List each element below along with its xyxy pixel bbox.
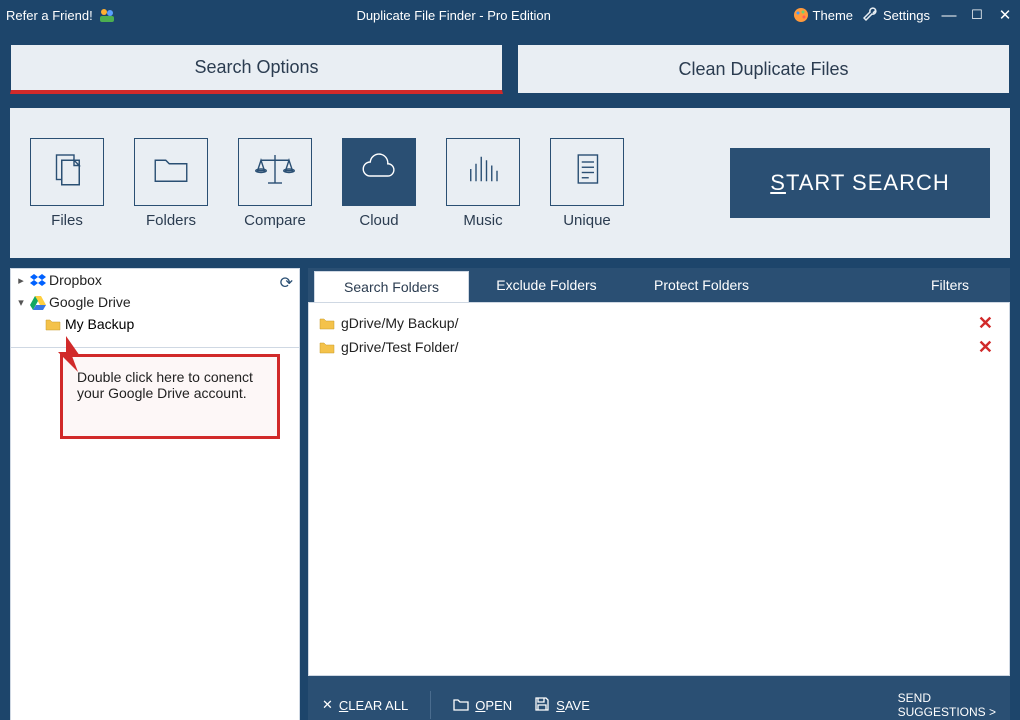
right-panel: Search Folders Exclude Folders Protect F…	[308, 268, 1010, 720]
tool-folders[interactable]: Folders	[134, 138, 208, 229]
callout-box: Double click here to conenct your Google…	[60, 354, 280, 439]
tree-item-gdrive[interactable]: ▾ Google Drive	[11, 291, 299, 313]
refresh-button[interactable]: ⟳	[280, 273, 293, 293]
folder-item[interactable]: gDrive/Test Folder/ ✕	[319, 335, 999, 359]
cloud-icon	[358, 148, 400, 195]
dropbox-icon	[30, 272, 46, 288]
tree-item-label: Google Drive	[49, 294, 131, 310]
tree-child-label: My Backup	[65, 316, 134, 332]
subtab-protect-folders[interactable]: Protect Folders	[624, 268, 779, 302]
tool-cloud-label: Cloud	[359, 212, 398, 229]
files-icon	[46, 148, 88, 195]
tool-folders-label: Folders	[146, 212, 196, 229]
remove-folder-button[interactable]: ✕	[978, 337, 999, 358]
folder-list: gDrive/My Backup/ ✕ gDrive/Test Folder/ …	[308, 302, 1010, 676]
tool-files-label: Files	[51, 212, 83, 229]
bottom-bar: ✕ CLEAR ALL OPEN SAVE SEND SUGGESTIONS >	[308, 676, 1010, 720]
tree-item-dropbox[interactable]: ▸ Dropbox	[11, 269, 299, 291]
open-button[interactable]: OPEN	[453, 697, 512, 714]
scales-icon	[254, 148, 296, 195]
send-suggestions-link[interactable]: SEND SUGGESTIONS >	[898, 691, 996, 720]
clear-all-button[interactable]: ✕ CLEAR ALL	[322, 697, 408, 713]
google-drive-icon	[30, 294, 46, 310]
content-row: ⟳ ▸ Dropbox ▾ Google Drive My Backup	[0, 268, 1020, 720]
open-folder-icon	[453, 697, 469, 714]
tool-compare-label: Compare	[244, 212, 306, 229]
subtab-exclude-folders[interactable]: Exclude Folders	[469, 268, 624, 302]
theme-label: Theme	[813, 8, 853, 23]
folder-icon	[150, 148, 192, 195]
subtab-filters[interactable]: Filters	[890, 268, 1010, 302]
subtab-search-folders[interactable]: Search Folders	[314, 271, 469, 302]
tool-cloud[interactable]: Cloud	[342, 138, 416, 229]
tree-child-folder[interactable]: My Backup	[11, 313, 299, 335]
callout-text: Double click here to conenct your Google…	[77, 369, 253, 401]
tool-music-label: Music	[463, 212, 502, 229]
tool-files[interactable]: Files	[30, 138, 104, 229]
tab-clean-duplicates[interactable]: Clean Duplicate Files	[517, 44, 1010, 94]
clear-icon: ✕	[322, 697, 333, 713]
tool-compare[interactable]: Compare	[238, 138, 312, 229]
document-icon	[566, 148, 608, 195]
wrench-icon	[863, 7, 879, 23]
toolbar-panel: Files Folders Compare Cloud Music Unique…	[10, 108, 1010, 258]
tool-unique-label: Unique	[563, 212, 611, 229]
folder-item[interactable]: gDrive/My Backup/ ✕	[319, 311, 999, 335]
save-button[interactable]: SAVE	[534, 696, 590, 715]
maximize-button[interactable]: ☐	[968, 7, 986, 23]
titlebar: Refer a Friend! Duplicate File Finder - …	[0, 0, 1020, 30]
start-label-rest: TART SEARCH	[786, 170, 950, 196]
remove-folder-button[interactable]: ✕	[978, 313, 999, 334]
tab-search-options[interactable]: Search Options	[10, 44, 503, 94]
start-search-button[interactable]: START SEARCH	[730, 148, 990, 218]
settings-label: Settings	[883, 8, 930, 23]
app-title: Duplicate File Finder - Pro Edition	[121, 8, 787, 23]
save-icon	[534, 696, 550, 715]
settings-button[interactable]: Settings	[863, 7, 930, 23]
cloud-tree-panel: ⟳ ▸ Dropbox ▾ Google Drive My Backup	[10, 268, 300, 720]
theme-button[interactable]: Theme	[793, 7, 853, 23]
folder-path: gDrive/Test Folder/	[341, 339, 972, 355]
main-tabs: Search Options Clean Duplicate Files	[0, 30, 1020, 94]
tool-unique[interactable]: Unique	[550, 138, 624, 229]
folder-small-icon	[45, 317, 61, 331]
folder-small-icon	[319, 316, 335, 330]
close-button[interactable]: ✕	[996, 6, 1014, 24]
palette-icon	[793, 7, 809, 23]
folder-path: gDrive/My Backup/	[341, 315, 972, 331]
start-mnemonic: S	[770, 170, 786, 196]
friends-icon	[99, 7, 115, 23]
callout-arrow-icon	[50, 334, 90, 374]
refer-friend-link[interactable]: Refer a Friend!	[6, 8, 93, 23]
tree-item-label: Dropbox	[49, 272, 102, 288]
tool-music[interactable]: Music	[446, 138, 520, 229]
collapse-icon: ▾	[15, 296, 27, 309]
expand-icon: ▸	[15, 274, 27, 287]
equalizer-icon	[462, 148, 504, 195]
folder-small-icon	[319, 340, 335, 354]
folder-subtabs: Search Folders Exclude Folders Protect F…	[308, 268, 1010, 302]
minimize-button[interactable]: —	[940, 7, 958, 24]
